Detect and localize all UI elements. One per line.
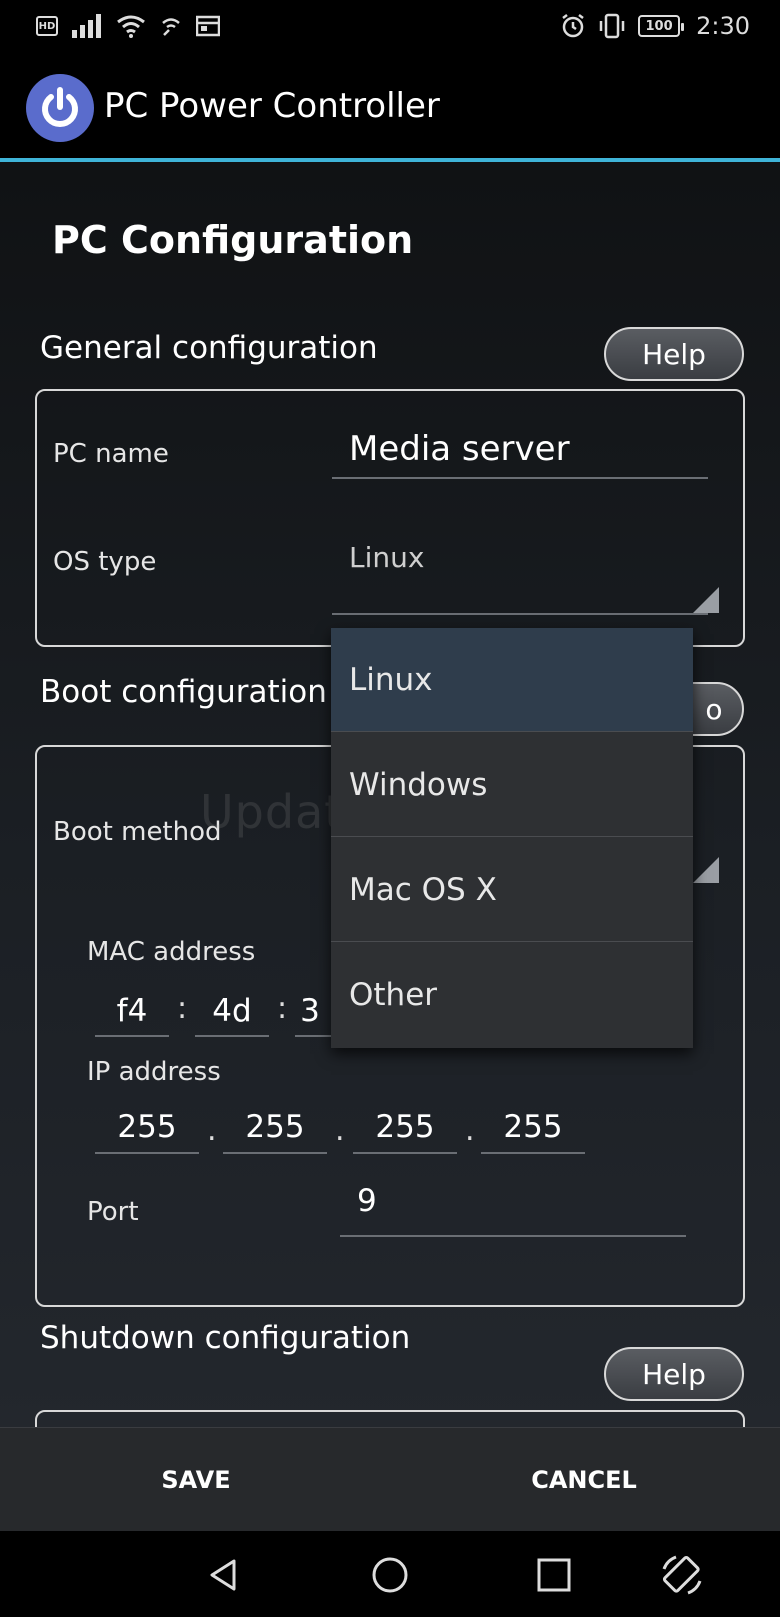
recents-icon[interactable]: [530, 1551, 578, 1599]
ip-octet-4-underline: [481, 1152, 585, 1154]
action-bar: SAVE CANCEL: [0, 1427, 780, 1531]
general-section-title: General configuration: [40, 330, 378, 366]
ip-octet-3[interactable]: 255: [353, 1109, 457, 1145]
os-type-underline: [332, 613, 708, 615]
mac-octet-3[interactable]: 3: [295, 993, 325, 1029]
ip-octet-2[interactable]: 255: [223, 1109, 327, 1145]
dropdown-option-other[interactable]: Other: [331, 943, 693, 1047]
port-label: Port: [87, 1197, 139, 1227]
boot-method-arrow-icon: [693, 857, 719, 883]
mac-octet-2[interactable]: 4d: [195, 993, 269, 1029]
shutdown-config-box: [35, 1410, 745, 1427]
boot-help-label: o: [705, 692, 723, 726]
general-config-box: PC name Media server OS type Linux: [35, 389, 745, 647]
pc-name-label: PC name: [53, 439, 169, 469]
shutdown-help-button[interactable]: Help: [604, 1347, 744, 1401]
cancel-button[interactable]: CANCEL: [484, 1428, 684, 1532]
mac-octet-3-underline: [295, 1035, 335, 1037]
ip-separator: .: [465, 1113, 475, 1148]
port-underline: [340, 1235, 686, 1237]
mac-octet-2-underline: [195, 1035, 269, 1037]
shutdown-section-title: Shutdown configuration: [40, 1320, 411, 1356]
spinner-arrow-icon: [693, 587, 719, 613]
alarm-icon: [562, 14, 584, 38]
ip-octet-1-underline: [95, 1152, 199, 1154]
dropdown-option-linux[interactable]: Linux: [331, 628, 693, 732]
signal-icon: [72, 14, 101, 38]
wifi-icon: [117, 15, 145, 38]
port-input[interactable]: 9: [357, 1183, 377, 1219]
mac-separator: :: [177, 991, 188, 1026]
home-icon[interactable]: [366, 1551, 414, 1599]
back-icon[interactable]: [200, 1551, 248, 1599]
os-type-label: OS type: [53, 547, 157, 577]
save-button[interactable]: SAVE: [96, 1428, 296, 1532]
power-logo-icon: [26, 74, 94, 142]
screen-cast-icon: [196, 15, 220, 37]
ip-address-label: IP address: [87, 1057, 221, 1087]
vibrate-icon: [599, 13, 625, 39]
app-bar: PC Power Controller: [0, 58, 780, 158]
ip-octet-1[interactable]: 255: [95, 1109, 199, 1145]
rotate-screen-icon[interactable]: [658, 1551, 706, 1599]
status-left: HD: [36, 14, 220, 38]
app-title: PC Power Controller: [104, 86, 440, 126]
general-help-button[interactable]: Help: [604, 327, 744, 381]
battery-icon: 100: [638, 15, 685, 37]
mac-separator: :: [277, 991, 288, 1026]
navigation-bar: [0, 1531, 780, 1617]
dropdown-option-windows[interactable]: Windows: [331, 733, 693, 837]
status-clock: 2:30: [696, 12, 750, 40]
os-type-spinner[interactable]: Linux: [349, 541, 424, 574]
boot-method-label: Boot method: [53, 817, 222, 847]
pc-name-input[interactable]: Media server: [349, 429, 570, 469]
status-right: 100 2:30: [560, 12, 750, 40]
ip-octet-2-underline: [223, 1152, 327, 1154]
boot-section-title: Boot configuration: [40, 674, 327, 710]
dropdown-option-macos[interactable]: Mac OS X: [331, 838, 693, 942]
wifi-calling-icon: [162, 18, 180, 36]
pc-name-underline: [332, 477, 708, 479]
status-bar: HD 100 2:30: [0, 0, 780, 58]
mac-octet-1[interactable]: f4: [95, 993, 169, 1029]
ip-separator: .: [335, 1113, 345, 1148]
mac-address-label: MAC address: [87, 937, 256, 967]
mac-octet-1-underline: [95, 1035, 169, 1037]
ip-separator: .: [207, 1113, 217, 1148]
page-title: PC Configuration: [52, 218, 414, 262]
ip-octet-3-underline: [353, 1152, 457, 1154]
os-type-dropdown: Linux Windows Mac OS X Other: [331, 628, 693, 1048]
ip-octet-4[interactable]: 255: [481, 1109, 585, 1145]
hd-icon: HD: [36, 16, 58, 36]
